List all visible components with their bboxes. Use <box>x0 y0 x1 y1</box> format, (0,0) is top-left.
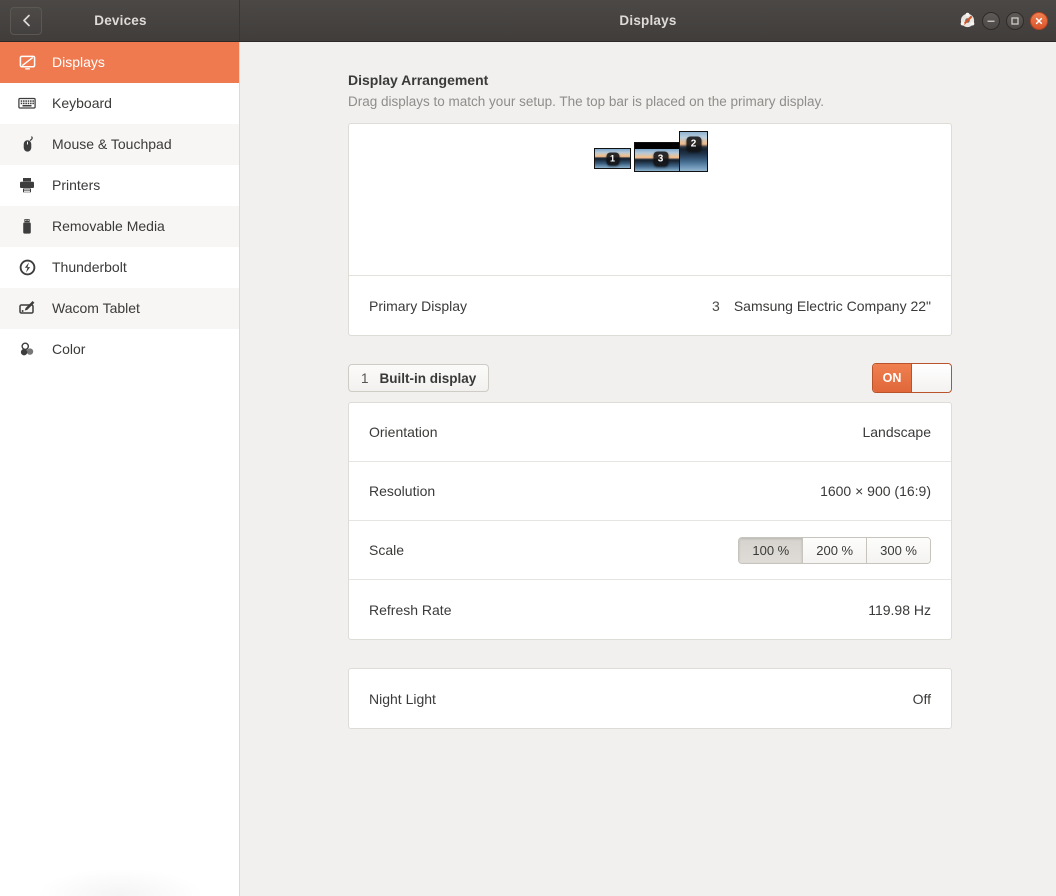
primary-display-name: Samsung Electric Company 22" <box>733 297 931 314</box>
window-body: Displays Keyboard Mouse & Touchpad Print… <box>0 42 1056 896</box>
orientation-value: Landscape <box>862 424 931 440</box>
printer-icon <box>14 176 40 194</box>
scale-row: Scale 100 % 200 % 300 % <box>349 521 951 580</box>
usb-drive-icon <box>14 218 40 235</box>
sidebar-item-label: Keyboard <box>52 95 112 111</box>
sidebar-item-label: Color <box>52 341 86 357</box>
panel-title: Devices <box>94 13 147 28</box>
sidebar-item-thunderbolt[interactable]: Thunderbolt <box>0 247 239 288</box>
toggle-on-label: ON <box>873 364 911 392</box>
display-arrangement-title: Display Arrangement <box>348 72 489 88</box>
monitor-thumbnail-2[interactable]: 2 <box>679 131 708 172</box>
display-icon <box>14 54 40 71</box>
wacom-tablet-icon <box>14 299 40 317</box>
sidebar-item-removable-media[interactable]: Removable Media <box>0 206 239 247</box>
tab-display-name: Built-in display <box>379 370 477 386</box>
scale-segmented-control[interactable]: 100 % 200 % 300 % <box>738 536 931 564</box>
refresh-rate-row[interactable]: Refresh Rate 119.98 Hz <box>349 580 951 639</box>
scale-label: Scale <box>369 542 405 558</box>
window-title: Displays <box>619 13 677 28</box>
keyboard-icon <box>14 94 40 112</box>
display-settings-card: Orientation Landscape Resolution 1600 × … <box>348 402 952 640</box>
color-profile-icon <box>14 341 40 358</box>
primary-display-number: 3 <box>712 297 720 314</box>
display-arrangement-card: 1 3 2 Primary Display 3 Samsung Electric… <box>348 123 952 336</box>
scale-option-300[interactable]: 300 % <box>867 537 930 563</box>
titlebar-right-pane: Displays <box>240 0 1056 41</box>
tab-display-number: 1 <box>361 370 369 386</box>
refresh-rate-label: Refresh Rate <box>369 601 452 618</box>
sidebar-item-mouse-touchpad[interactable]: Mouse & Touchpad <box>0 124 239 165</box>
toggle-knob <box>911 364 951 392</box>
scale-option-100[interactable]: 100 % <box>739 537 804 563</box>
sidebar-item-wacom-tablet[interactable]: Wacom Tablet <box>0 288 239 329</box>
window-controls <box>958 11 1048 30</box>
sidebar-item-printers[interactable]: Printers <box>0 165 239 206</box>
sidebar-item-keyboard[interactable]: Keyboard <box>0 83 239 124</box>
resolution-row[interactable]: Resolution 1600 × 900 (16:9) <box>349 462 951 521</box>
monitor-number-badge: 1 <box>606 152 619 165</box>
orientation-row[interactable]: Orientation Landscape <box>349 403 951 462</box>
night-light-label: Night Light <box>369 690 436 707</box>
main-content: Display Arrangement Drag displays to mat… <box>240 42 1056 896</box>
sidebar-item-color[interactable]: Color <box>0 329 239 370</box>
sidebar-item-label: Displays <box>52 54 105 70</box>
sidebar-item-label: Printers <box>52 177 101 193</box>
night-light-card: Night Light Off <box>348 668 952 729</box>
minimize-button[interactable] <box>982 11 1000 30</box>
sidebar-item-displays[interactable]: Displays <box>0 42 239 83</box>
night-light-row[interactable]: Night Light Off <box>349 669 951 728</box>
close-button[interactable] <box>1030 11 1048 30</box>
titlebar-left-pane: Devices <box>0 0 240 41</box>
primary-display-row[interactable]: Primary Display 3 Samsung Electric Compa… <box>349 276 951 335</box>
display-arrangement-subtitle: Drag displays to match your setup. The t… <box>348 94 824 109</box>
monitor-thumbnail-1[interactable]: 1 <box>594 148 631 169</box>
sidebar-bottom-shadow <box>34 868 205 896</box>
maximize-icon <box>1010 16 1020 26</box>
tab-built-in-display[interactable]: 1 Built-in display <box>348 364 490 392</box>
night-light-value: Off <box>912 690 931 707</box>
display-arrangement-canvas[interactable]: 1 3 2 <box>349 124 951 276</box>
chevron-left-icon <box>21 14 32 27</box>
resolution-value: 1600 × 900 (16:9) <box>820 483 931 499</box>
settings-window: Devices Displays Displays Keyboard Mouse… <box>0 0 1056 896</box>
sidebar-item-label: Wacom Tablet <box>52 300 140 316</box>
monitor-thumbnails: 1 3 2 <box>349 124 951 275</box>
sidebar: Displays Keyboard Mouse & Touchpad Print… <box>0 42 240 896</box>
primary-display-value: 3 Samsung Electric Company 22" <box>712 298 931 314</box>
close-icon <box>1034 16 1044 26</box>
sidebar-item-label: Removable Media <box>52 218 165 234</box>
resolution-label: Resolution <box>369 483 436 499</box>
sidebar-item-label: Mouse & Touchpad <box>52 136 172 152</box>
refresh-rate-value: 119.98 Hz <box>868 601 931 618</box>
display-power-toggle[interactable]: ON <box>872 363 952 393</box>
monitor-number-badge: 2 <box>686 136 701 152</box>
display-tab-bar: 1 Built-in display ON <box>348 363 952 393</box>
ubuntu-helper-icon[interactable] <box>958 12 976 30</box>
settings-content-column: Display Arrangement Drag displays to mat… <box>348 42 952 729</box>
primary-display-label: Primary Display <box>369 297 468 314</box>
titlebar: Devices Displays <box>0 0 1056 42</box>
mouse-icon <box>14 135 40 153</box>
scale-option-200[interactable]: 200 % <box>803 537 868 563</box>
back-button[interactable] <box>10 6 42 35</box>
maximize-button[interactable] <box>1006 11 1024 30</box>
sidebar-item-label: Thunderbolt <box>52 259 127 275</box>
orientation-label: Orientation <box>369 424 438 440</box>
thunderbolt-icon <box>14 259 40 276</box>
monitor-number-badge: 3 <box>653 151 668 167</box>
minimize-icon <box>986 16 996 26</box>
